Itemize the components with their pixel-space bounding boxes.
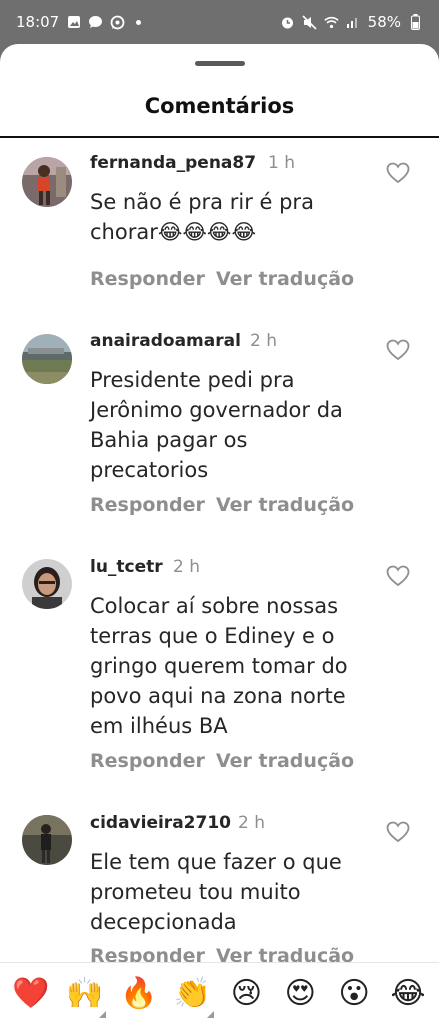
dot-icon — [136, 19, 142, 25]
battery-percent: 58% — [367, 13, 401, 31]
translate-button[interactable]: Ver tradução — [216, 494, 354, 516]
clock: 18:07 — [16, 13, 60, 31]
translate-button[interactable]: Ver tradução — [216, 750, 354, 772]
emoji-raising-hands[interactable]: 🙌 — [62, 974, 108, 1018]
comment-text: Se não é pra rir é pra chorar😂😂😂😂 — [90, 190, 314, 244]
emoji-heart-eyes[interactable]: 😍 — [277, 974, 323, 1014]
skin-tone-indicator-icon — [98, 1010, 106, 1018]
translate-button[interactable]: Ver tradução — [216, 268, 354, 290]
comment-time: 2 h — [250, 331, 277, 351]
emoji-surprised-face[interactable]: 😮 — [331, 974, 377, 1014]
sheet-drag-handle[interactable] — [195, 61, 245, 66]
comment-time: 1 h — [268, 153, 295, 173]
avatar[interactable] — [22, 559, 72, 609]
comment-text: Colocar aí sobre nossas terras que o Edi… — [90, 594, 348, 738]
comment-username[interactable]: anairadoamaral — [90, 331, 241, 351]
emoji-tears-of-joy[interactable]: 😂 — [385, 974, 431, 1014]
comment-text: Presidente pedi pra Jerônimo governador … — [90, 368, 343, 482]
like-heart-icon[interactable] — [386, 565, 410, 587]
avatar[interactable] — [22, 334, 72, 384]
title-divider — [0, 136, 439, 138]
comment-username[interactable]: fernanda_pena87 — [90, 153, 256, 173]
status-right: 58% — [280, 13, 423, 31]
comment-time: 2 h — [238, 813, 265, 833]
like-heart-icon[interactable] — [386, 162, 410, 184]
emoji-heart[interactable]: ❤️ — [8, 974, 54, 1014]
comments-sheet: Comentários fernanda_pena87 1 h Se não é… — [0, 44, 439, 1024]
comment-username[interactable]: lu_tcetr — [90, 557, 163, 577]
like-heart-icon[interactable] — [386, 339, 410, 361]
emoji-crying-face[interactable]: 😢 — [223, 974, 269, 1014]
emoji-reaction-bar: ❤️ 🙌 🔥 👏 😢 😍 😮 😂 — [0, 962, 439, 1024]
emoji-glyph: 🙌 — [66, 975, 104, 1011]
image-icon — [66, 15, 81, 30]
battery-icon — [408, 14, 423, 30]
skin-tone-indicator-icon — [206, 1010, 214, 1018]
comment-time: 2 h — [173, 557, 200, 577]
signal-icon — [346, 15, 361, 30]
like-heart-icon[interactable] — [386, 821, 410, 843]
whatsapp-icon — [110, 15, 125, 30]
avatar[interactable] — [22, 815, 72, 865]
comment-username[interactable]: cidavieira2710 — [90, 813, 231, 833]
emoji-glyph: 👏 — [173, 975, 212, 1011]
emoji-fire[interactable]: 🔥 — [116, 974, 162, 1014]
status-bar: 18:07 58% — [0, 0, 439, 44]
reply-button[interactable]: Responder — [90, 268, 205, 290]
chat-bubble-icon — [88, 15, 103, 30]
reply-button[interactable]: Responder — [90, 494, 205, 516]
mute-icon — [302, 14, 317, 30]
comment-text: Ele tem que fazer o que prometeu tou mui… — [90, 850, 342, 934]
status-left: 18:07 — [16, 13, 142, 31]
wifi-icon — [323, 15, 339, 30]
emoji-clapping-hands[interactable]: 👏 — [170, 974, 216, 1018]
avatar[interactable] — [22, 157, 72, 207]
alarm-icon — [280, 15, 295, 30]
reply-button[interactable]: Responder — [90, 750, 205, 772]
sheet-title: Comentários — [144, 94, 295, 118]
